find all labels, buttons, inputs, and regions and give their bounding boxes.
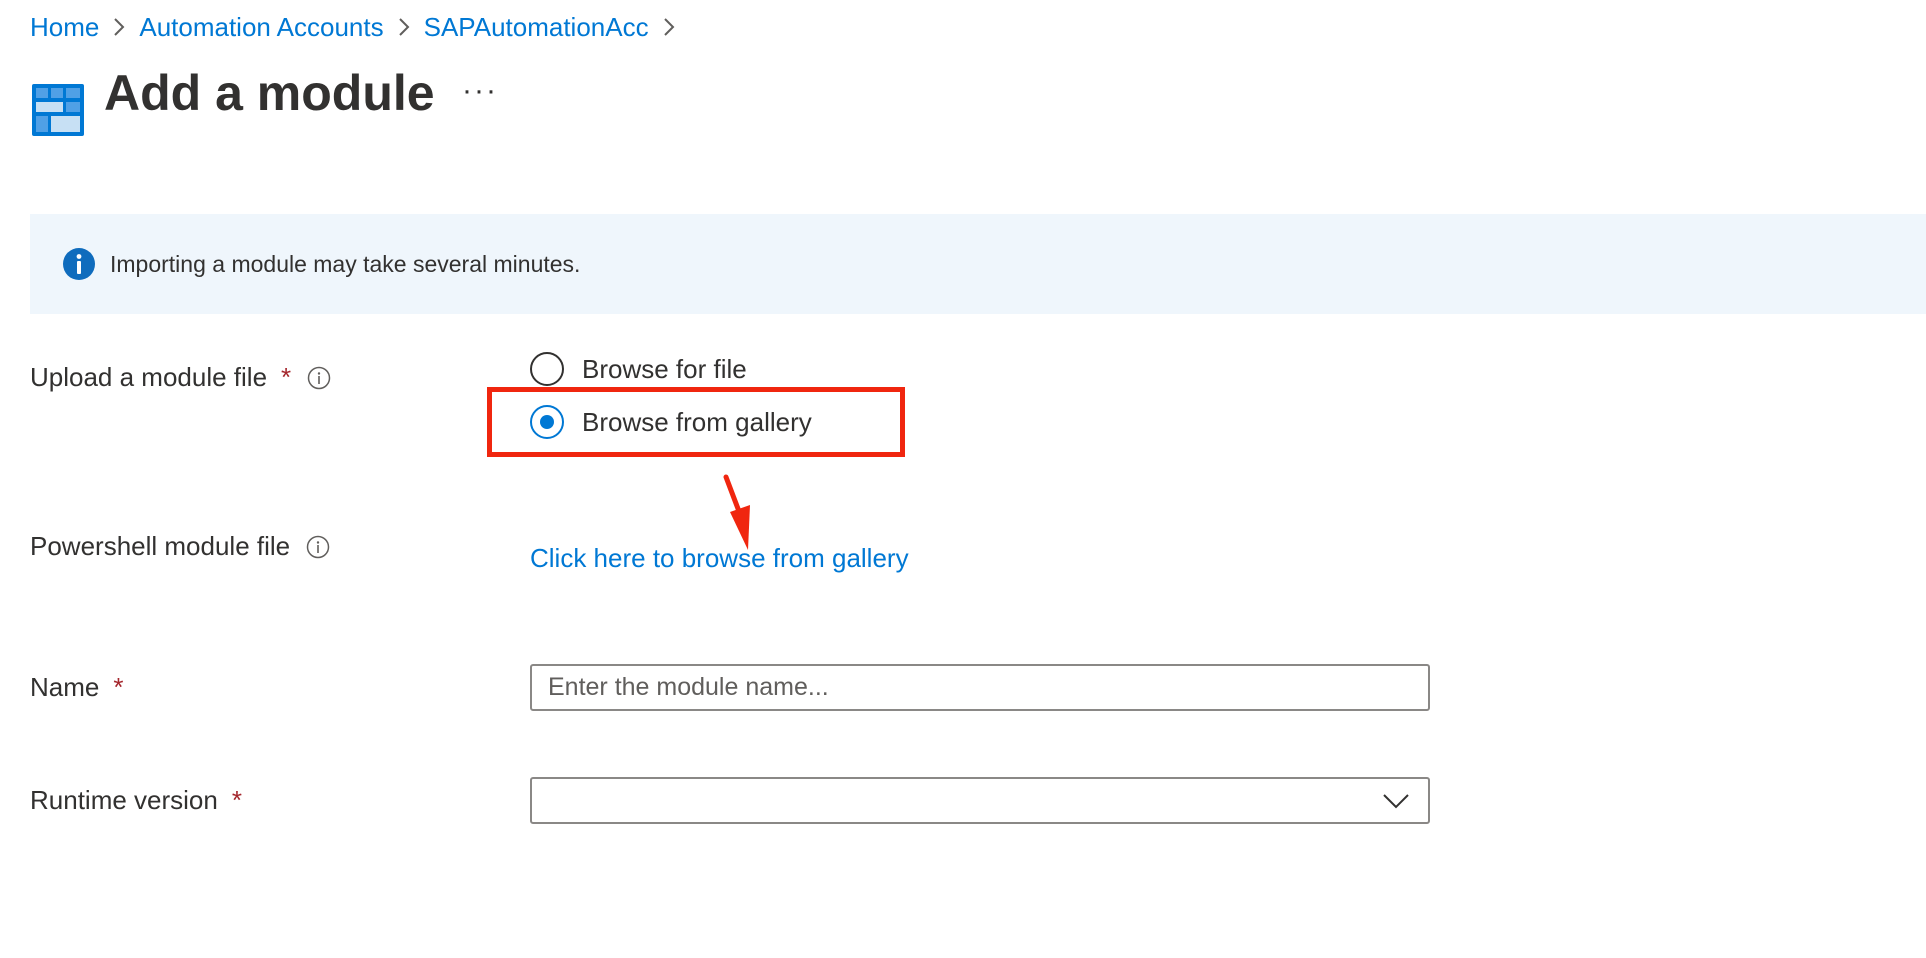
upload-module-label: Upload a module file * (30, 362, 331, 393)
powershell-module-label-text: Powershell module file (30, 531, 291, 561)
info-icon[interactable] (307, 366, 331, 390)
chevron-right-icon (113, 17, 125, 37)
required-marker: * (113, 672, 124, 702)
info-icon[interactable] (306, 535, 330, 559)
info-filled-icon (62, 247, 96, 281)
radio-browse-for-file[interactable]: Browse for file (530, 352, 747, 386)
breadcrumb-sapautomationacc[interactable]: SAPAutomationAcc (424, 12, 649, 43)
browse-gallery-link[interactable]: Click here to browse from gallery (530, 543, 909, 574)
breadcrumb-automation-accounts[interactable]: Automation Accounts (139, 12, 383, 43)
chevron-down-icon (1382, 791, 1410, 811)
powershell-module-label: Powershell module file (30, 531, 330, 562)
radio-button[interactable] (530, 352, 564, 386)
name-label-text: Name (30, 672, 100, 702)
page-title: Add a module (104, 65, 435, 121)
runtime-version-label: Runtime version * (30, 785, 242, 816)
runtime-version-dropdown[interactable] (530, 777, 1430, 824)
info-banner: Importing a module may take several minu… (30, 214, 1926, 314)
radio-label: Browse for file (582, 353, 747, 384)
upload-module-label-text: Upload a module file (30, 362, 268, 392)
module-grid-icon (32, 84, 84, 136)
required-marker: * (231, 785, 242, 815)
annotation-highlight-box (487, 387, 905, 457)
annotation-arrow (723, 474, 750, 550)
chevron-right-icon (663, 17, 675, 37)
breadcrumb-home[interactable]: Home (30, 12, 99, 43)
more-options-button[interactable]: ··· (462, 74, 498, 108)
module-name-input[interactable] (530, 664, 1430, 711)
chevron-right-icon (398, 17, 410, 37)
required-marker: * (281, 362, 292, 392)
runtime-version-label-text: Runtime version (30, 785, 218, 815)
breadcrumb: Home Automation Accounts SAPAutomationAc… (30, 10, 689, 44)
banner-text: Importing a module may take several minu… (110, 250, 581, 277)
name-label: Name * (30, 672, 123, 703)
